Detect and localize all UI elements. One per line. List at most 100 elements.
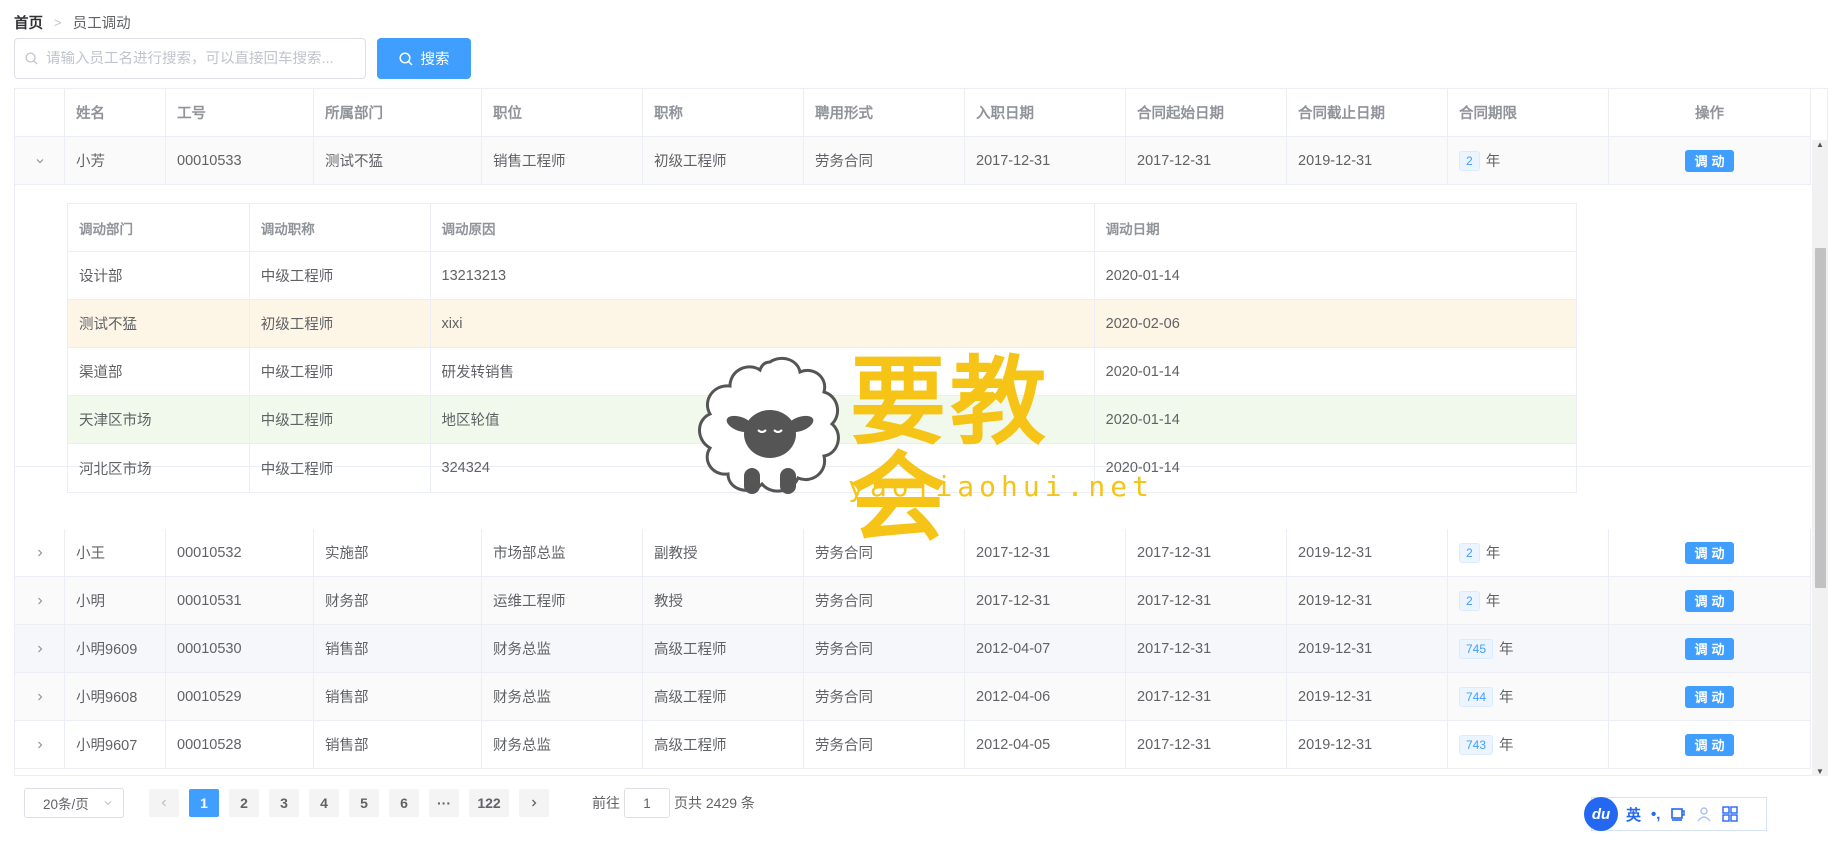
term-unit: 年 xyxy=(1485,594,1501,610)
cell-employ: 劳务合同 xyxy=(804,673,965,720)
scroll-down-arrow-icon[interactable]: ▼ xyxy=(1816,767,1824,776)
page-button[interactable]: 2 xyxy=(229,789,259,817)
sub-header-date: 调动日期 xyxy=(1105,221,1160,237)
row-expand-toggle[interactable] xyxy=(15,625,65,672)
header-end-date: 合同截止日期 xyxy=(1287,89,1448,136)
page-button[interactable]: 5 xyxy=(349,789,379,817)
cell-name: 小明9608 xyxy=(65,673,166,720)
page-button[interactable]: 1 xyxy=(189,789,219,817)
cell-start-date: 2017-12-31 xyxy=(1126,577,1287,624)
header-entry-date: 入职日期 xyxy=(965,89,1126,136)
term-tag: 2 xyxy=(1459,542,1480,563)
sub-header-dept: 调动部门 xyxy=(68,204,250,251)
next-page-button[interactable] xyxy=(519,789,549,817)
sub-table-row: 渠道部 中级工程师 研发转销售 2020-01-14 xyxy=(68,348,1576,396)
chevron-right-icon xyxy=(15,692,64,702)
cell-id: 00010531 xyxy=(166,577,314,624)
term-tag: 2 xyxy=(1459,590,1480,611)
page-button[interactable]: 6 xyxy=(389,789,419,817)
term-unit: 年 xyxy=(1499,642,1514,658)
table-row: 小明9608 00010529 销售部 财务总监 高级工程师 劳务合同 2012… xyxy=(15,673,1811,721)
sub-table-row: 设计部 中级工程师 13213213 2020-01-14 xyxy=(68,252,1576,300)
cell-term: 745 年 xyxy=(1448,625,1609,672)
sub-cell-date: 2020-02-06 xyxy=(1105,315,1180,332)
page-button[interactable]: 3 xyxy=(269,789,299,817)
term-tag: 744 xyxy=(1459,686,1494,707)
search-button[interactable]: 搜索 xyxy=(377,38,471,79)
term-unit: 年 xyxy=(1485,154,1501,170)
cell-title: 初级工程师 xyxy=(643,137,804,184)
page-button[interactable]: 122 xyxy=(469,789,509,817)
cell-dept: 实施部 xyxy=(314,529,482,576)
cell-start-date: 2017-12-31 xyxy=(1126,137,1287,184)
cell-action: 调动 xyxy=(1609,625,1811,672)
cell-position: 运维工程师 xyxy=(482,577,643,624)
row-expand-toggle[interactable] xyxy=(15,673,65,720)
breadcrumb-home[interactable]: 首页 xyxy=(14,12,43,33)
transfer-button[interactable]: 调动 xyxy=(1685,637,1734,660)
header-dept: 所属部门 xyxy=(314,89,482,136)
transfer-button[interactable]: 调动 xyxy=(1685,541,1734,564)
sub-cell-title: 初级工程师 xyxy=(250,300,431,347)
row-expand-toggle[interactable] xyxy=(15,577,65,624)
more-pages-button[interactable]: ··· xyxy=(429,789,459,817)
cell-entry-date: 2012-04-05 xyxy=(965,721,1126,768)
cell-title: 高级工程师 xyxy=(643,625,804,672)
cell-position: 市场部总监 xyxy=(482,529,643,576)
cell-term: 2年 xyxy=(1448,529,1609,576)
ime-punctuation[interactable]: •, xyxy=(1651,806,1660,823)
prev-page-button[interactable] xyxy=(149,789,179,817)
cell-dept: 销售部 xyxy=(314,673,482,720)
grid-icon[interactable] xyxy=(1722,806,1739,822)
table-row: 小明9607 00010528 销售部 财务总监 高级工程师 劳务合同 2012… xyxy=(15,721,1811,769)
goto-page-input[interactable] xyxy=(624,788,670,818)
sub-cell-dept: 测试不猛 xyxy=(68,300,250,347)
cell-employ: 劳务合同 xyxy=(804,529,965,576)
page-button[interactable]: 4 xyxy=(309,789,339,817)
scroll-up-arrow-icon[interactable]: ▲ xyxy=(1816,140,1824,149)
cell-start-date: 2017-12-31 xyxy=(1126,529,1287,576)
sub-cell-reason: 地区轮值 xyxy=(431,396,1095,443)
sub-cell-date: 2020-01-14 xyxy=(1105,363,1180,380)
user-icon[interactable] xyxy=(1696,806,1712,822)
sub-cell-date: 2020-01-14 xyxy=(1105,267,1180,284)
cell-entry-date: 2012-04-06 xyxy=(965,673,1126,720)
transfer-button[interactable]: 调动 xyxy=(1685,733,1734,756)
search-input[interactable] xyxy=(46,50,356,67)
sub-cell-date: 2020-01-14 xyxy=(1105,411,1180,428)
page-size-select[interactable]: 20条/页 xyxy=(24,788,124,818)
sub-cell-dept: 设计部 xyxy=(68,252,250,299)
goto-suffix: 页 xyxy=(674,795,688,811)
row-expand-toggle[interactable] xyxy=(15,721,65,768)
header-id: 工号 xyxy=(166,89,314,136)
cell-employ: 劳务合同 xyxy=(804,721,965,768)
cell-action: 调动 xyxy=(1609,137,1811,184)
row-expand-toggle[interactable] xyxy=(15,137,65,184)
search-box[interactable] xyxy=(14,38,366,79)
breadcrumb-separator-icon: > xyxy=(54,14,62,30)
header-position: 职位 xyxy=(482,89,643,136)
transfer-button[interactable]: 调动 xyxy=(1685,685,1734,708)
ime-logo[interactable]: du xyxy=(1584,797,1618,831)
pagination: 20条/页 1 2 3 4 5 6 ··· 122 前往 页 共 2429 条 xyxy=(24,788,755,818)
table-row: 小芳 00010533 测试不猛 销售工程师 初级工程师 劳务合同 2017-1… xyxy=(15,137,1811,185)
cell-employ: 劳务合同 xyxy=(804,577,965,624)
page-size-value: 20条/页 xyxy=(43,797,89,812)
sub-cell-dept: 天津区市场 xyxy=(68,396,250,443)
transfer-button[interactable]: 调动 xyxy=(1685,149,1734,172)
row-expand-toggle[interactable] xyxy=(15,529,65,576)
scrollbar-thumb[interactable] xyxy=(1815,248,1826,588)
sub-table-row: 天津区市场 中级工程师 地区轮值 2020-01-14 xyxy=(68,396,1576,444)
table-row: 小王 00010532 实施部 市场部总监 副教授 劳务合同 2017-12-3… xyxy=(15,529,1811,577)
cup-icon[interactable] xyxy=(1670,806,1686,822)
chevron-down-icon xyxy=(15,156,64,166)
sub-cell-date: 2020-01-14 xyxy=(1105,460,1180,476)
ime-toolbar[interactable]: du 英 •, xyxy=(1584,797,1767,831)
cell-action: 调动 xyxy=(1609,721,1811,768)
employee-table: 姓名 工号 所属部门 职位 职称 聘用形式 入职日期 合同起始日期 合同截止日期… xyxy=(14,88,1828,776)
breadcrumb-current: 员工调动 xyxy=(72,15,131,32)
transfer-button[interactable]: 调动 xyxy=(1685,589,1734,612)
sub-header-reason: 调动原因 xyxy=(431,204,1095,251)
ime-language[interactable]: 英 xyxy=(1626,804,1641,825)
table-scrollbar[interactable]: ▲ ▼ xyxy=(1812,140,1828,776)
